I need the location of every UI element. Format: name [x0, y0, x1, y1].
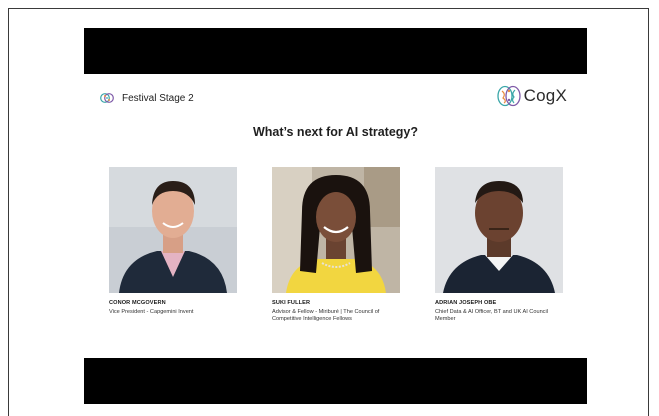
speaker-card: CONOR MCGOVERN Vice President - Capgemin…: [109, 167, 237, 316]
speaker-name: ADRIAN JOSEPH OBE: [435, 300, 497, 306]
speaker-card: ADRIAN JOSEPH OBE Chief Data & AI Office…: [435, 167, 563, 324]
brand-name: CogX: [523, 86, 567, 105]
speaker-card: SUKI FULLER Advisor & Fellow - Miriburé …: [272, 167, 400, 324]
stage-header: Festival Stage 2: [100, 91, 194, 105]
speaker-role: Advisor & Fellow - Miriburé | The Counci…: [272, 309, 380, 323]
speaker-photo: [435, 167, 563, 293]
speaker-name: SUKI FULLER: [272, 300, 311, 306]
letterbox-bottom: [84, 358, 587, 404]
letterbox-top: [84, 28, 587, 74]
brain-icon: [100, 93, 114, 103]
brain-logo-icon: [497, 85, 521, 107]
speaker-photo: [109, 167, 237, 293]
stage-label: Festival Stage 2: [122, 92, 194, 104]
speaker-photo: [272, 167, 400, 293]
speaker-name: CONOR MCGOVERN: [109, 300, 166, 306]
slide-title: What’s next for AI strategy?: [252, 125, 419, 139]
speaker-role: Vice President - Capgemini Invent: [109, 309, 194, 315]
cogx-logo: CogX: [497, 85, 567, 107]
speaker-role: Chief Data & AI Officer, BT and UK AI Co…: [435, 309, 548, 323]
presentation-slide: Festival Stage 2 CogX What’s next for AI…: [84, 74, 587, 358]
